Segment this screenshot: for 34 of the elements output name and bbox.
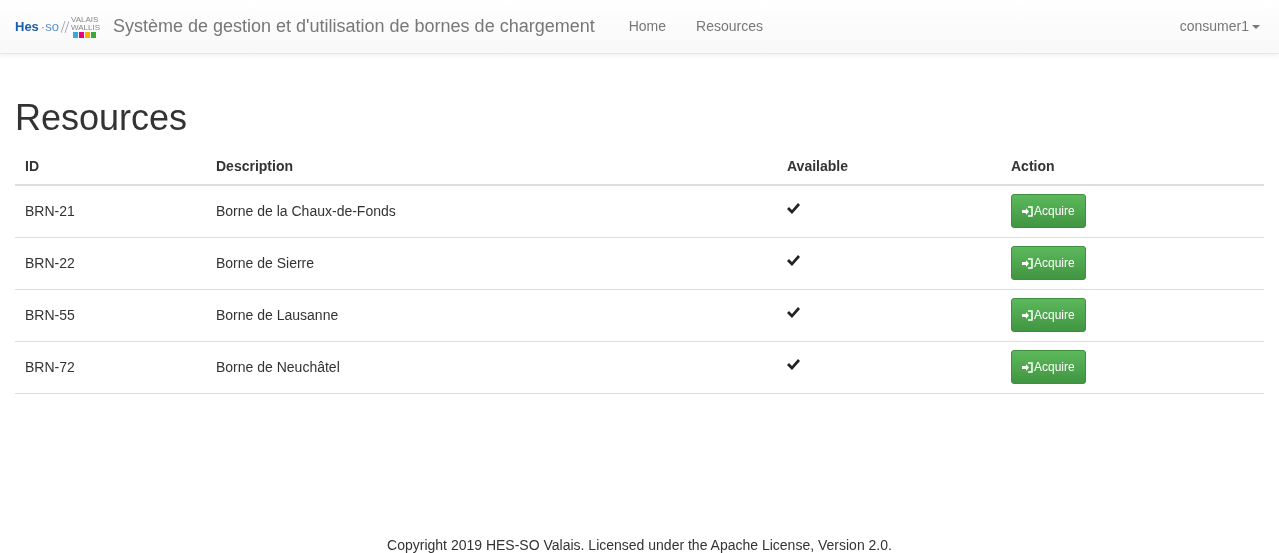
logo-brand: Hes — [15, 17, 39, 36]
caret-icon — [1252, 24, 1260, 29]
id-cell: BRN-21 — [25, 202, 75, 219]
id-cell: BRN-72 — [25, 358, 75, 375]
id-cell: BRN-22 — [25, 254, 75, 271]
acquire-button[interactable]: Acquire — [1011, 298, 1086, 332]
slash-icon — [60, 20, 69, 33]
column-header: Action — [1001, 148, 1264, 185]
color-squares-icon — [73, 31, 98, 38]
logo-brand-suffix: ·so — [40, 17, 59, 36]
login-icon — [1022, 205, 1033, 217]
description-cell: Borne de Sierre — [216, 254, 315, 271]
page-heading: Resources — [15, 96, 189, 140]
column-header: ID — [15, 148, 206, 185]
nav-link[interactable]: Home — [628, 16, 667, 37]
acquire-button[interactable]: Acquire — [1011, 194, 1086, 229]
login-icon — [1022, 309, 1033, 321]
description-cell: Borne de Neuchâtel — [216, 358, 340, 375]
nav-link[interactable]: Resources — [696, 16, 763, 37]
app-title[interactable]: Système de gestion et d'utilisation de bornes de chargement — [112, 13, 595, 40]
column-header: Available — [777, 148, 1001, 185]
description-cell: Borne de Lausanne — [216, 306, 339, 323]
user-menu[interactable]: consumer1 — [1179, 16, 1260, 37]
description-cell: Borne de la Chaux-de-Fonds — [216, 202, 396, 219]
logo-region-text: WALLIS — [70, 23, 100, 32]
acquire-button[interactable]: Acquire — [1011, 246, 1086, 280]
login-icon — [1022, 257, 1033, 269]
login-icon — [1022, 361, 1033, 373]
acquire-button[interactable]: Acquire — [1011, 350, 1086, 384]
footer-text: Copyright 2019 HES-SO Valais. Licensed under the Apache License, Version 2.0. — [386, 537, 893, 553]
logo[interactable]: Hes·so VALAIS WALLIS — [15, 15, 100, 38]
logo-region-text: VALAIS — [70, 15, 100, 24]
column-header: Description — [206, 148, 777, 185]
id-cell: BRN-55 — [25, 306, 75, 323]
